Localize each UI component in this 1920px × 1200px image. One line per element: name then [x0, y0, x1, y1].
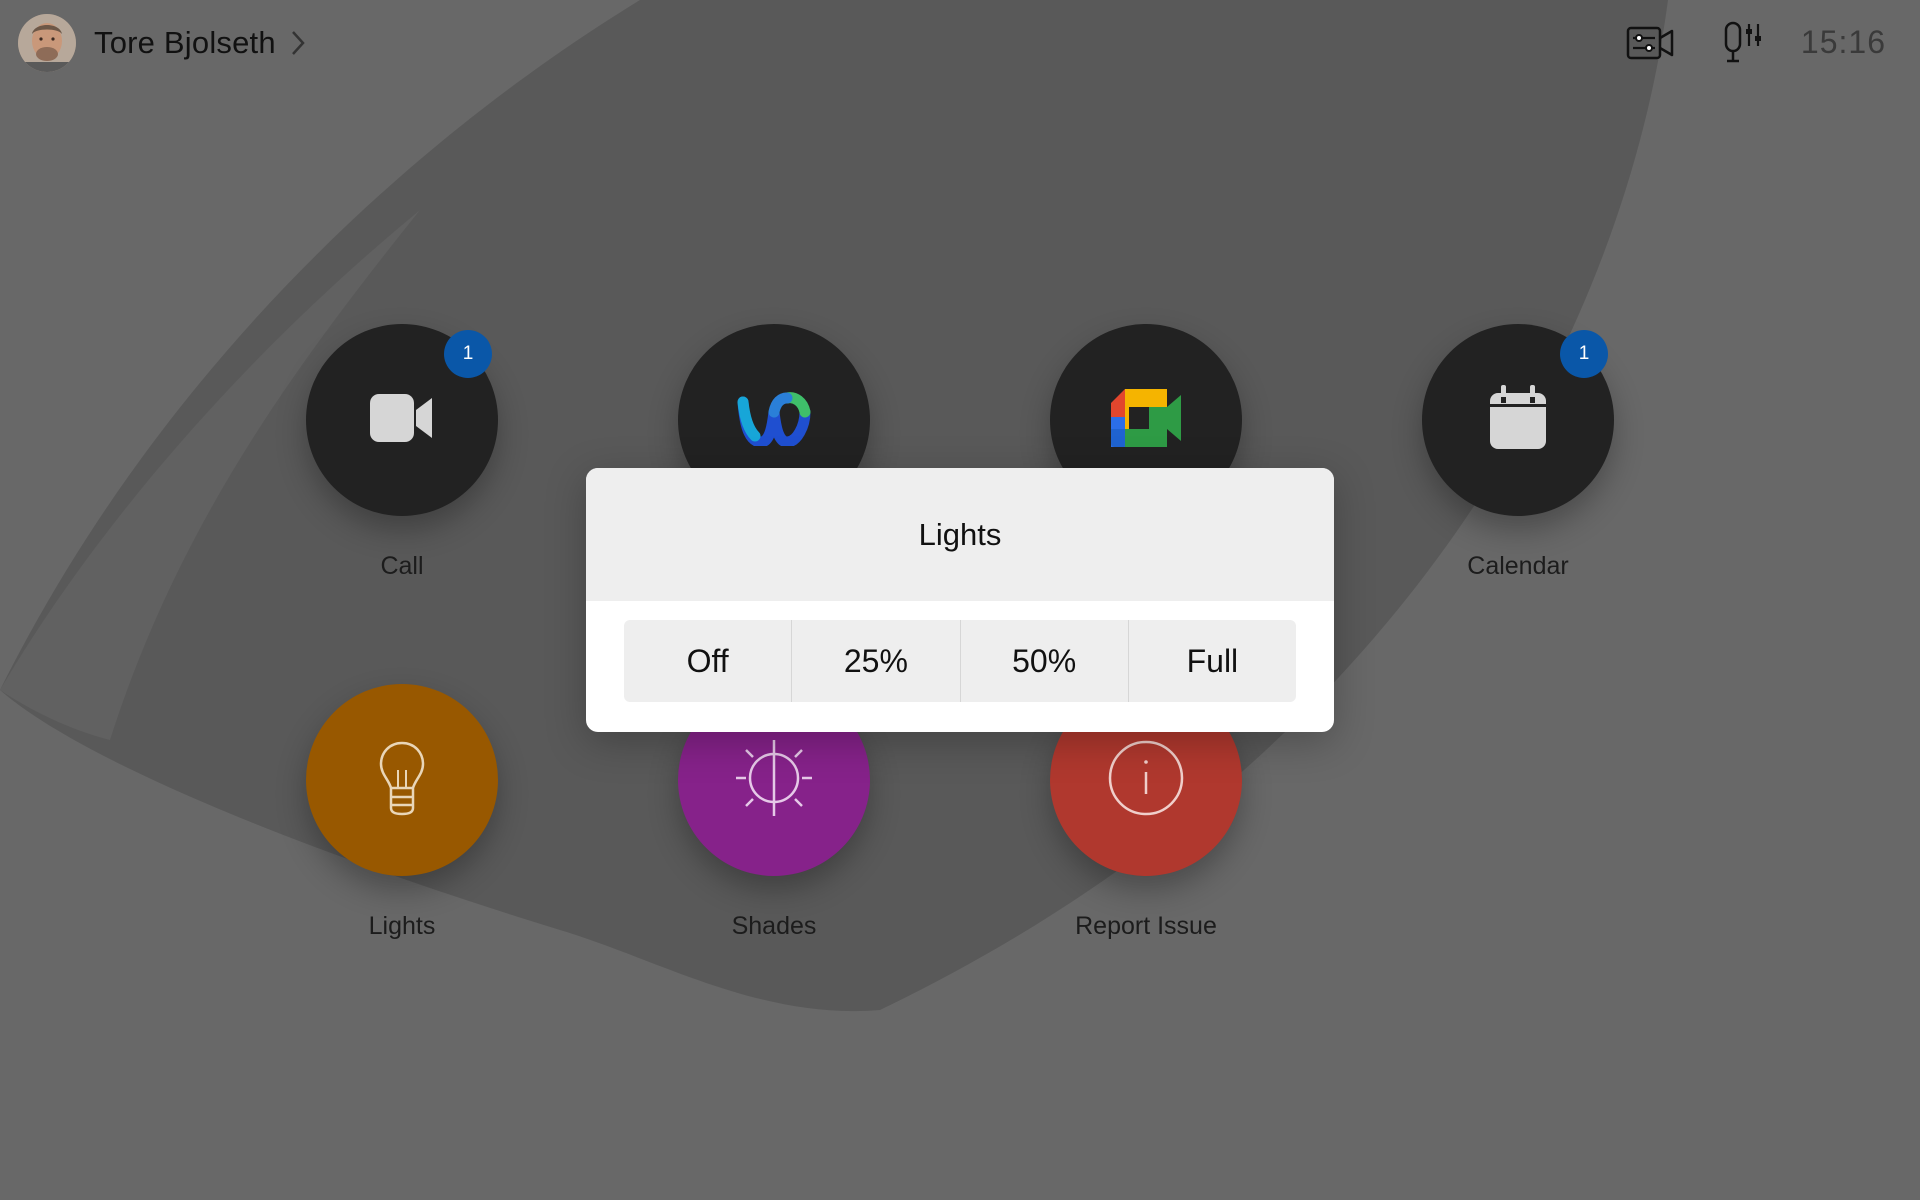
lightbulb-icon — [377, 740, 427, 821]
chevron-right-icon — [290, 28, 310, 58]
app-label: Shades — [731, 912, 817, 940]
video-camera-icon — [368, 390, 436, 451]
webex-logo-icon — [737, 390, 811, 451]
dialog-title: Lights — [918, 516, 1002, 552]
app-label: Call — [380, 552, 424, 580]
shades-icon — [734, 738, 814, 823]
home-screen: Tore Bjolseth 15:16 1 Call 1 Calendar Li… — [0, 0, 1920, 1200]
lights-25-button[interactable]: 25% — [791, 620, 959, 702]
lights-level-selector: Off 25% 50% Full — [624, 620, 1296, 702]
app-call-circle[interactable]: 1 — [306, 324, 498, 516]
info-icon — [1106, 738, 1186, 823]
top-bar: Tore Bjolseth 15:16 — [0, 0, 1920, 90]
clock: 15:16 — [1800, 24, 1886, 60]
google-meet-logo-icon — [1109, 387, 1183, 454]
app-label: Lights — [368, 912, 436, 940]
microphone-settings-icon[interactable] — [1722, 20, 1764, 71]
calendar-icon — [1488, 384, 1548, 456]
app-label: Calendar — [1467, 552, 1569, 580]
app-calendar-circle[interactable]: 1 — [1422, 324, 1614, 516]
app-lights-circle[interactable] — [306, 684, 498, 876]
app-label: Report Issue — [1075, 912, 1217, 940]
lights-off-button[interactable]: Off — [624, 620, 791, 702]
app-calendar[interactable]: 1 Calendar — [1388, 324, 1648, 581]
user-name: Tore Bjolseth — [94, 25, 276, 60]
dialog-header: Lights — [586, 468, 1334, 601]
user-profile-button[interactable]: Tore Bjolseth — [18, 14, 310, 72]
avatar — [18, 14, 76, 72]
lights-full-button[interactable]: Full — [1127, 620, 1296, 702]
lights-dialog: Lights Off 25% 50% Full — [586, 468, 1334, 732]
notification-badge: 1 — [1560, 330, 1608, 378]
video-settings-icon[interactable] — [1626, 22, 1674, 69]
app-lights[interactable]: Lights — [272, 684, 532, 941]
app-call[interactable]: 1 Call — [272, 324, 532, 581]
lights-50-button[interactable]: 50% — [959, 620, 1128, 702]
notification-badge: 1 — [444, 330, 492, 378]
